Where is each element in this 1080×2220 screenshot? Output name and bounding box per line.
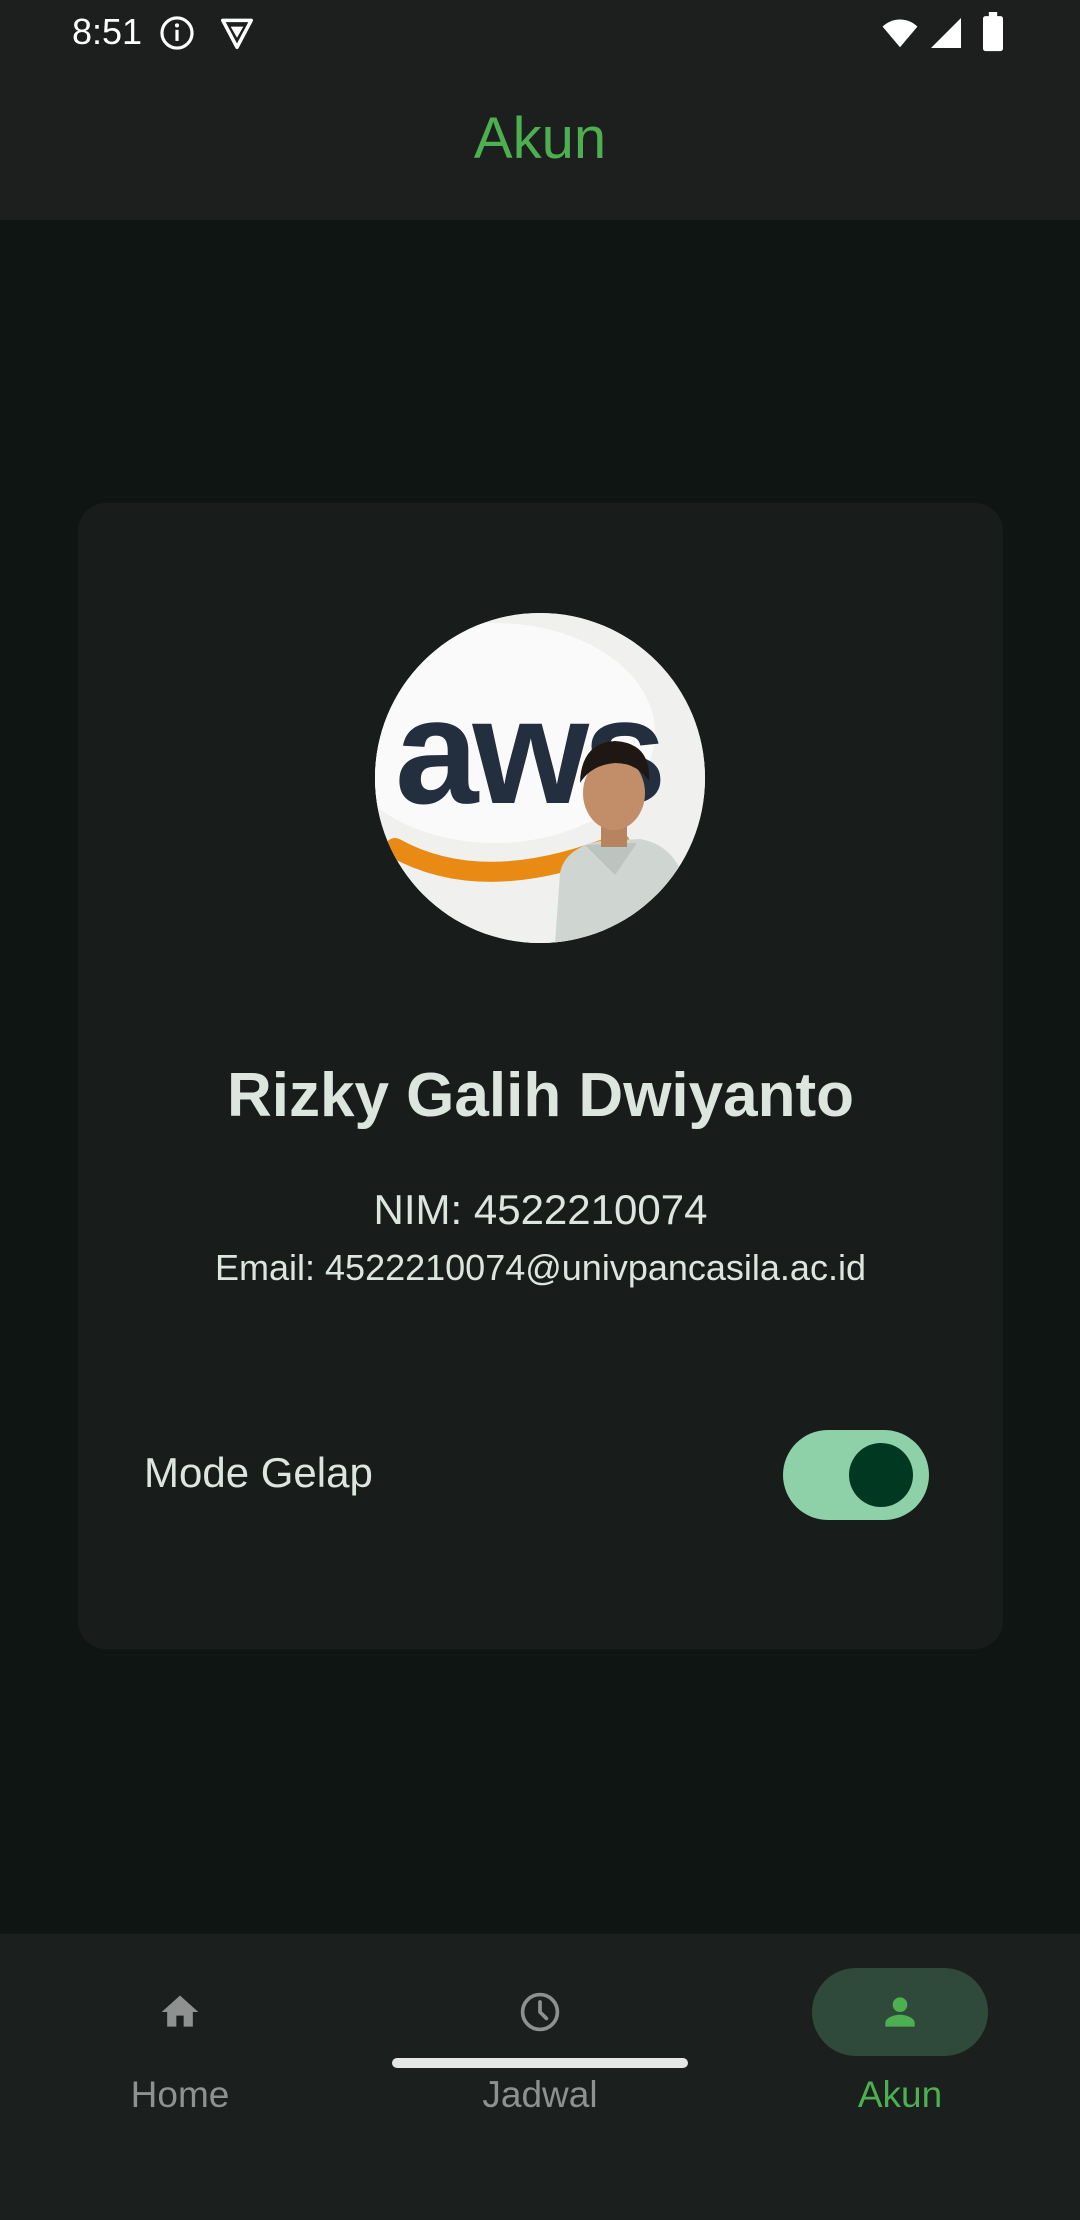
vpn-shield-icon (218, 14, 256, 52)
profile-card: aws Rizky Galih Dwiyanto NIM: 4522210074… (78, 503, 1003, 1649)
account-screen: 8:51 Akun aws Rizky Galih Dwiyanto NIM: … (0, 0, 1080, 2220)
app-bar: Akun (0, 64, 1080, 220)
toggle-thumb (849, 1443, 913, 1507)
gesture-home-indicator[interactable] (392, 2058, 688, 2068)
bottom-navigation: Home Jadwal Akun (0, 1934, 1080, 2220)
battery-icon (978, 12, 1008, 52)
nav-label-akun: Akun (857, 2074, 943, 2115)
nav-item-home[interactable]: Home (50, 1968, 310, 2128)
nav-label-jadwal: Jadwal (482, 2074, 598, 2115)
dark-mode-toggle[interactable] (783, 1430, 929, 1520)
page-title: Akun (473, 106, 607, 171)
status-bar: 8:51 (0, 0, 1080, 64)
nav-item-jadwal[interactable]: Jadwal (410, 1968, 670, 2128)
dark-mode-label: Mode Gelap (144, 1449, 373, 1496)
cell-signal-icon (928, 14, 964, 52)
nav-label-home: Home (130, 2074, 230, 2115)
student-id: NIM: 4522210074 (373, 1186, 708, 1233)
email: Email: 4522210074@univpancasila.ac.id (215, 1247, 866, 1288)
info-icon (158, 14, 196, 52)
profile-name: Rizky Galih Dwiyanto (226, 1061, 855, 1130)
status-time: 8:51 (72, 11, 143, 52)
nav-item-akun[interactable]: Akun (770, 1968, 1030, 2128)
home-icon (158, 1990, 202, 2034)
avatar: aws (375, 613, 705, 943)
person-icon (878, 1990, 922, 2034)
wifi-icon (880, 14, 920, 52)
clock-icon (518, 1990, 562, 2034)
